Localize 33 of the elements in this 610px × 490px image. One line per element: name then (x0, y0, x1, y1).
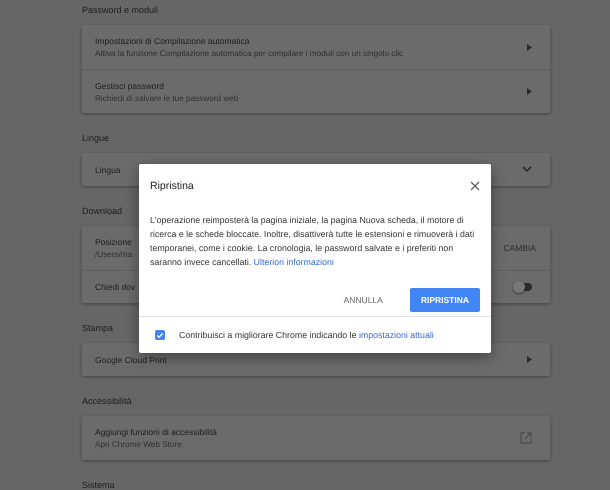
current-settings-link[interactable]: impostazioni attuali (358, 330, 434, 340)
arrow-right-icon[interactable] (527, 356, 532, 363)
dialog-message: L'operazione reimposterà la pagina iniziale, la pagina Nuova scheda, il motore di ricerca e le schede bloccate. Inoltre, disattiverà tutte le estensioni e rimuoverà i dati temporanei, come i cookie. La cronologia, le password salvate e i preferiti non saranno invece cancellati. Ulteriori informazioni (150, 214, 476, 269)
arrow-right-icon[interactable] (527, 44, 532, 50)
setting-label: Google Cloud Print (95, 354, 167, 364)
setting-label: Lingua (95, 164, 121, 174)
external-link-icon[interactable] (520, 432, 532, 444)
setting-description: Attiva la funzione Compilazione automatica per compilare i moduli con un singolo clic (95, 49, 404, 58)
checkbox-label: Contribuisci a migliorare Chrome indicando le impostazioni attuali (179, 330, 434, 340)
section-heading: Accessibilità (82, 395, 132, 407)
change-button[interactable]: CAMBIA (503, 243, 536, 253)
setting-label: Aggiungi funzioni di accessibilità (95, 427, 217, 437)
section-heading: Lingue (82, 132, 110, 144)
setting-label: Gestisci password (95, 80, 165, 90)
reset-button[interactable]: RIPRISTINA (410, 288, 480, 312)
cancel-button[interactable]: ANNULLA (332, 288, 394, 312)
setting-description: /Users/ma (95, 250, 132, 259)
arrow-right-icon[interactable] (527, 88, 532, 95)
section-heading: Stampa (82, 322, 114, 334)
setting-description: Richiedi di salvare le tue password web (95, 94, 238, 102)
chevron-down-icon[interactable] (522, 166, 532, 173)
checkbox[interactable] (155, 330, 165, 340)
setting-label: Impostazioni di Compilazione automatica (95, 36, 250, 46)
section-heading: Password e moduli (82, 4, 158, 16)
dialog-title: Ripristina (150, 180, 194, 192)
toggle-switch[interactable] (516, 283, 532, 291)
setting-label: Chiedi dov (95, 282, 136, 292)
section-heading: Download (82, 205, 122, 217)
learn-more-link[interactable]: Ulteriori informazioni (254, 257, 334, 267)
close-icon[interactable] (470, 181, 480, 191)
section-heading: Sistema (82, 479, 115, 490)
setting-description: Apri Chrome Web Store (95, 440, 183, 449)
setting-label: Posizione (95, 237, 132, 247)
